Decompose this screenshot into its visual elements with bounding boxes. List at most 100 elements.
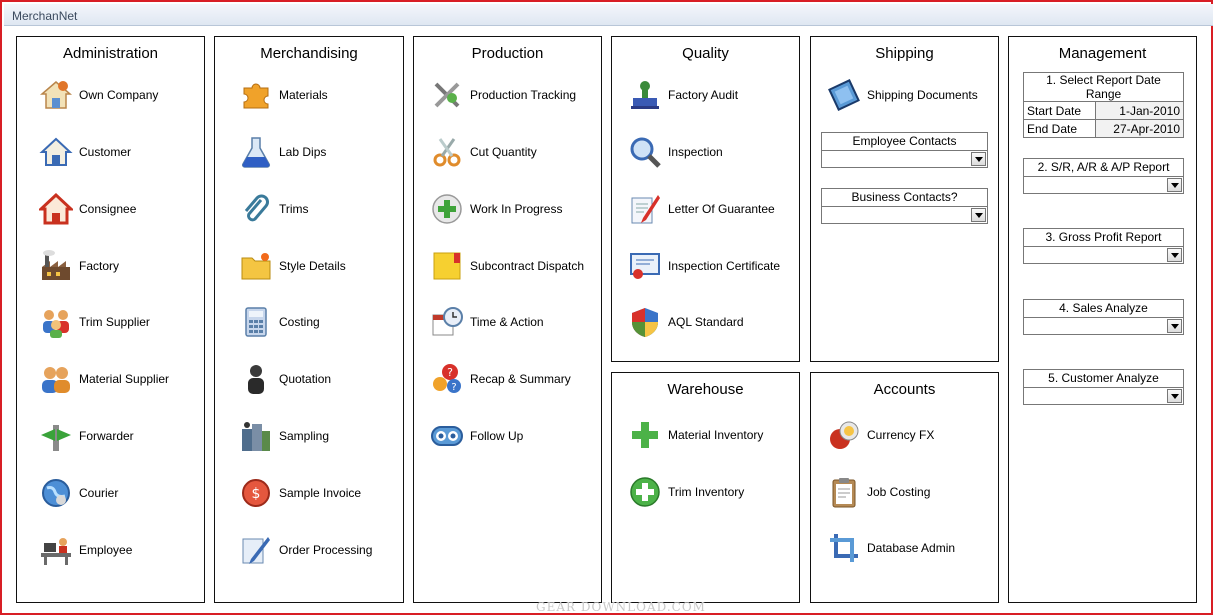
own-company-button[interactable]: Own Company bbox=[37, 75, 158, 115]
calculator-icon bbox=[237, 303, 275, 341]
employee-contacts-combo: Employee Contacts bbox=[821, 132, 988, 168]
letter-pen-icon bbox=[626, 190, 664, 228]
green-plus-circle-icon bbox=[626, 473, 664, 511]
follow-up-button[interactable]: Follow Up bbox=[428, 416, 523, 456]
quotation-button[interactable]: Quotation bbox=[237, 359, 331, 399]
accounts-title: Accounts bbox=[873, 381, 936, 398]
chevron-down-icon[interactable] bbox=[1167, 319, 1182, 333]
order-processing-label: Order Processing bbox=[279, 543, 373, 557]
style-details-button[interactable]: Style Details bbox=[237, 246, 346, 286]
svg-text:$: $ bbox=[252, 486, 261, 502]
business-contacts-select[interactable] bbox=[821, 206, 988, 224]
shipping-title: Shipping bbox=[875, 45, 934, 62]
magnifier-icon bbox=[626, 133, 664, 171]
sr-ar-ap-report-select[interactable] bbox=[1023, 176, 1184, 194]
crop-icon bbox=[825, 529, 863, 567]
currency-fx-label: Currency FX bbox=[867, 428, 935, 442]
employee-desk-icon bbox=[37, 531, 75, 569]
administration-title: Administration bbox=[62, 45, 159, 62]
sample-invoice-button[interactable]: $ Sample Invoice bbox=[237, 473, 361, 513]
consignee-label: Consignee bbox=[79, 202, 137, 216]
folder-star-icon bbox=[237, 247, 275, 285]
window-title: MerchanNet bbox=[12, 9, 78, 23]
warehouse-panel: Warehouse Material Inventory Trim Invent… bbox=[611, 372, 800, 603]
start-date-field[interactable]: 1-Jan-2010 bbox=[1095, 101, 1184, 120]
green-plus-icon bbox=[626, 416, 664, 454]
customer-label: Customer bbox=[79, 145, 132, 159]
shipping-documents-button[interactable]: Shipping Documents bbox=[825, 75, 978, 115]
currency-icon bbox=[825, 416, 863, 454]
customer-analyze-select[interactable] bbox=[1023, 387, 1184, 405]
aql-standard-button[interactable]: AQL Standard bbox=[626, 302, 744, 342]
costing-button[interactable]: Costing bbox=[237, 302, 320, 342]
quality-panel: Quality Factory Audit Inspection Letter … bbox=[611, 36, 800, 362]
forwarder-button[interactable]: Forwarder bbox=[37, 416, 134, 456]
chevron-down-icon[interactable] bbox=[971, 208, 986, 222]
svg-text:?: ? bbox=[447, 366, 453, 379]
material-supplier-label: Material Supplier bbox=[79, 372, 170, 386]
cut-quantity-button[interactable]: Cut Quantity bbox=[428, 132, 537, 172]
work-in-progress-button[interactable]: Work In Progress bbox=[428, 189, 562, 229]
employee-contacts-caption: Employee Contacts bbox=[821, 132, 988, 150]
lab-dips-label: Lab Dips bbox=[279, 145, 327, 159]
gross-profit-report-select[interactable] bbox=[1023, 246, 1184, 264]
certificate-icon bbox=[626, 247, 664, 285]
courier-button[interactable]: Courier bbox=[37, 473, 118, 513]
subcontract-dispatch-button[interactable]: Subcontract Dispatch bbox=[428, 246, 584, 286]
employee-contacts-select[interactable] bbox=[821, 150, 988, 168]
globe-icon bbox=[37, 474, 75, 512]
trims-button[interactable]: Trims bbox=[237, 189, 309, 229]
employee-button[interactable]: Employee bbox=[37, 530, 132, 570]
person-icon bbox=[237, 360, 275, 398]
recap-summary-button[interactable]: ?? Recap & Summary bbox=[428, 359, 571, 399]
material-supplier-button[interactable]: Material Supplier bbox=[37, 359, 169, 399]
factory-button[interactable]: Factory bbox=[37, 246, 119, 286]
start-date-label: Start Date bbox=[1022, 101, 1097, 120]
sampling-label: Sampling bbox=[279, 429, 330, 443]
employee-label: Employee bbox=[79, 543, 133, 557]
trim-supplier-button[interactable]: Trim Supplier bbox=[37, 302, 150, 342]
chevron-down-icon[interactable] bbox=[1167, 389, 1182, 403]
trim-inventory-button[interactable]: Trim Inventory bbox=[626, 472, 744, 512]
administration-panel: Administration Own Company Customer Cons… bbox=[16, 36, 205, 603]
shipping-documents-label: Shipping Documents bbox=[867, 88, 978, 102]
users-group-icon bbox=[37, 303, 75, 341]
puzzle-icon bbox=[237, 76, 275, 114]
calendar-clock-icon bbox=[428, 303, 466, 341]
currency-fx-button[interactable]: Currency FX bbox=[825, 415, 934, 455]
date-range-table: 1. Select Report Date Range Start Date 1… bbox=[1022, 72, 1184, 138]
chevron-down-icon[interactable] bbox=[1167, 178, 1182, 192]
folder-icon bbox=[428, 247, 466, 285]
consignee-button[interactable]: Consignee bbox=[37, 189, 136, 229]
letter-of-guarantee-button[interactable]: Letter Of Guarantee bbox=[626, 189, 775, 229]
factory-audit-button[interactable]: Factory Audit bbox=[626, 75, 738, 115]
materials-button[interactable]: Materials bbox=[237, 75, 328, 115]
material-inventory-label: Material Inventory bbox=[668, 428, 764, 442]
order-processing-button[interactable]: Order Processing bbox=[237, 530, 372, 570]
material-inventory-button[interactable]: Material Inventory bbox=[626, 415, 763, 455]
clipboard-icon bbox=[825, 473, 863, 511]
accounts-panel: Accounts Currency FX Job Costing Databas… bbox=[810, 372, 999, 603]
work-in-progress-label: Work In Progress bbox=[470, 202, 563, 216]
shield-icon bbox=[626, 303, 664, 341]
end-date-field[interactable]: 27-Apr-2010 bbox=[1095, 119, 1184, 138]
app-window: MerchanNet Administration Own Company Cu… bbox=[0, 0, 1213, 615]
management-panel: Management 1. Select Report Date Range S… bbox=[1008, 36, 1197, 603]
end-date-label: End Date bbox=[1022, 119, 1097, 138]
sales-analyze-select[interactable] bbox=[1023, 317, 1184, 335]
chevron-down-icon[interactable] bbox=[971, 152, 986, 166]
trim-inventory-label: Trim Inventory bbox=[668, 485, 745, 499]
customer-button[interactable]: Customer bbox=[37, 132, 131, 172]
inspection-button[interactable]: Inspection bbox=[626, 132, 723, 172]
database-admin-button[interactable]: Database Admin bbox=[825, 528, 955, 568]
chevron-down-icon[interactable] bbox=[1167, 248, 1182, 262]
production-tracking-button[interactable]: Production Tracking bbox=[428, 75, 576, 115]
job-costing-button[interactable]: Job Costing bbox=[825, 472, 930, 512]
time-action-button[interactable]: Time & Action bbox=[428, 302, 544, 342]
sampling-icon bbox=[237, 417, 275, 455]
forwarder-icon bbox=[37, 417, 75, 455]
sr-ar-ap-report-caption: 2. S/R, A/R & A/P Report bbox=[1023, 158, 1184, 176]
sampling-button[interactable]: Sampling bbox=[237, 416, 329, 456]
lab-dips-button[interactable]: Lab Dips bbox=[237, 132, 326, 172]
inspection-certificate-button[interactable]: Inspection Certificate bbox=[626, 246, 780, 286]
